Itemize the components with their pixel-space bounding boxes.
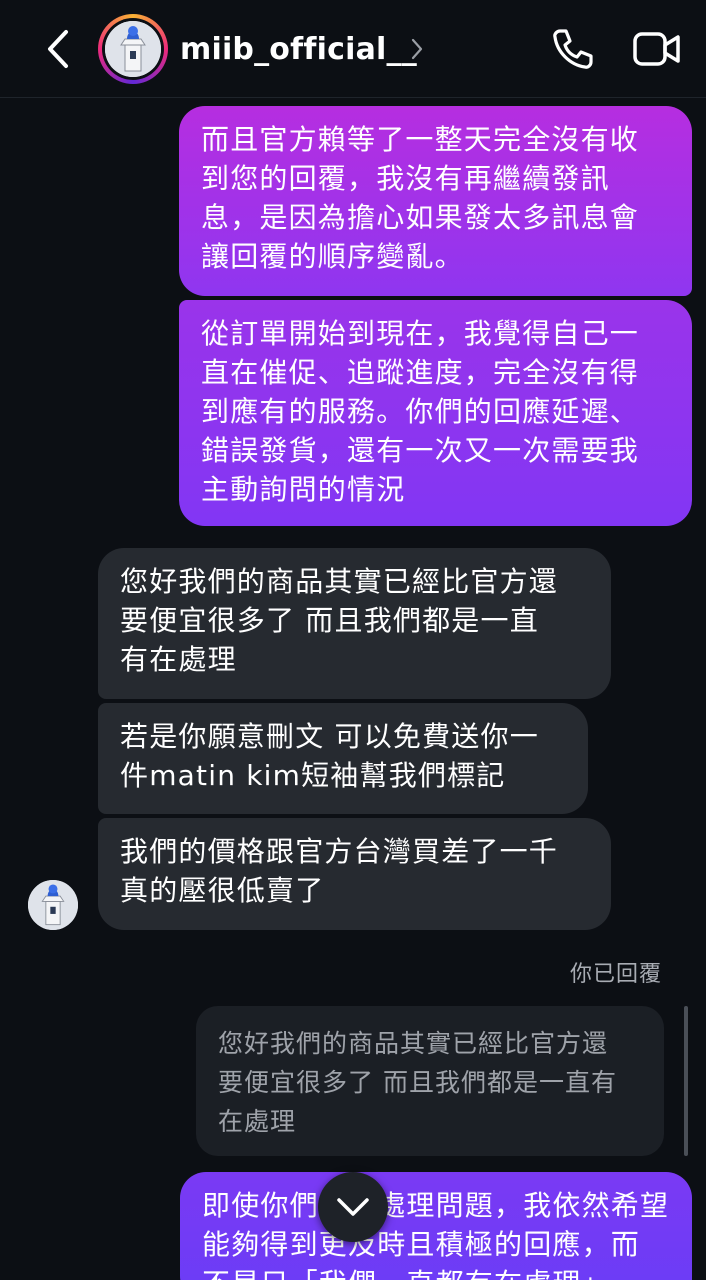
chat-header: miib_official__ [0,0,706,98]
phone-icon [553,29,593,69]
back-chevron-icon [48,30,68,68]
chat-screen: miib_official__ 而且官方賴等了一整天完全沒有收 到您的回覆，我沒… [0,0,706,1280]
incoming-message[interactable]: 我們的價格跟官方台灣買差了一千 真的壓很低賣了 [98,818,611,930]
scroll-to-bottom-button[interactable] [318,1172,388,1242]
chevron-right-icon[interactable] [410,36,424,62]
sender-avatar[interactable] [28,880,78,930]
back-button[interactable] [38,26,78,72]
chevron-down-icon [337,1198,369,1216]
reply-indicator-bar [684,1006,688,1156]
incoming-message[interactable]: 您好我們的商品其實已經比官方還 要便宜很多了 而且我們都是一直 有在處理 [98,548,611,699]
reply-label: 你已回覆 [569,962,662,987]
chat-username[interactable]: miib_official__ [180,30,417,70]
audio-call-button[interactable] [550,26,596,72]
outgoing-message[interactable]: 即使你們正在處理問題，我依然希望 能夠得到更及時且積極的回應，而 不是只「我們一… [180,1172,692,1280]
video-call-button[interactable] [632,28,682,70]
quoted-message[interactable]: 您好我們的商品其實已經比官方還 要便宜很多了 而且我們都是一直有 在處理 [196,1006,664,1156]
video-camera-icon [633,32,680,66]
outgoing-message[interactable]: 而且官方賴等了一整天完全沒有收 到您的回覆，我沒有再繼續發訊 息，是因為擔心如果… [179,106,692,296]
avatar-image [105,21,161,77]
profile-avatar[interactable] [98,14,168,84]
outgoing-message[interactable]: 從訂單開始到現在，我覺得自己一 直在催促、追蹤進度，完全沒有得 到應有的服務。你… [179,300,692,526]
incoming-message[interactable]: 若是你願意刪文 可以免費送你一 件matin kim短袖幫我們標記 [98,703,588,814]
